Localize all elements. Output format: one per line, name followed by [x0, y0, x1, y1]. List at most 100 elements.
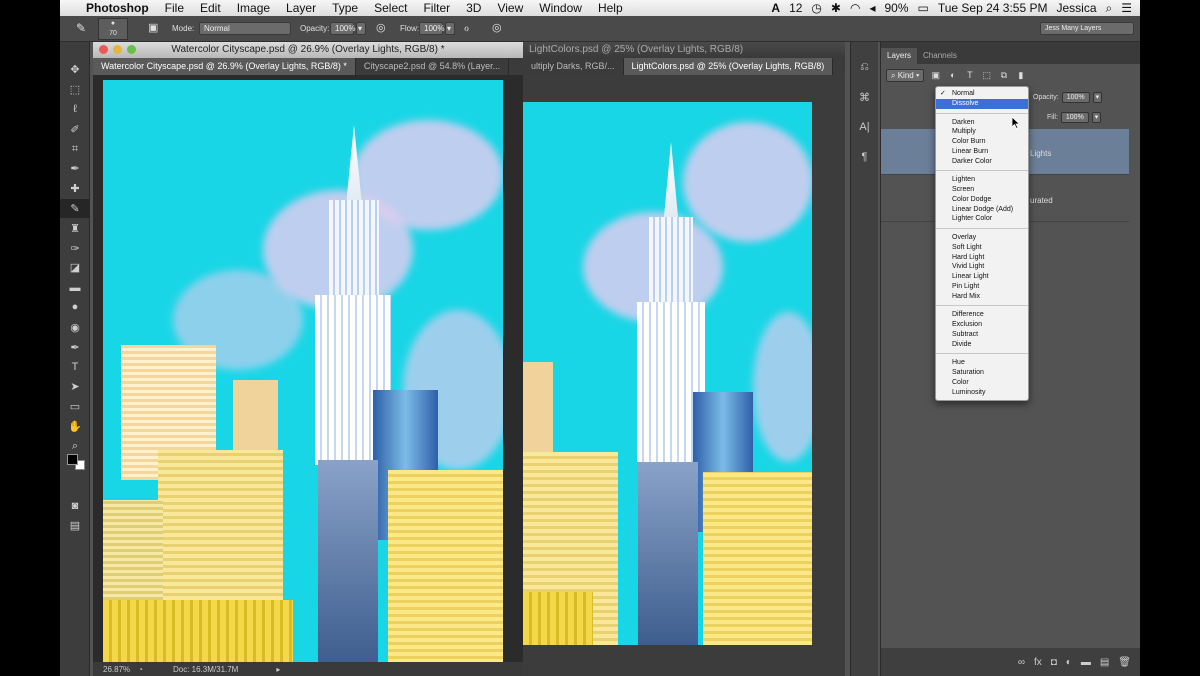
blend-normal[interactable]: ✓ Normal — [936, 89, 1028, 99]
status-arrow-icon[interactable]: ▸ — [276, 665, 280, 674]
blend-color-burn[interactable]: Color Burn — [936, 137, 1028, 147]
image-canvas[interactable] — [103, 80, 503, 663]
blend-lighten[interactable]: Lighten — [936, 175, 1028, 185]
opacity-field[interactable]: 100% — [330, 22, 355, 35]
quick-mask-icon[interactable]: ◙ — [60, 496, 90, 516]
battery-percent[interactable]: 90% — [884, 1, 908, 15]
flow-dropdown[interactable]: ▾ — [445, 22, 455, 35]
flow-field[interactable]: 100% — [419, 22, 444, 35]
brush-preset-picker[interactable]: ● 70 — [98, 18, 128, 40]
menu-layer[interactable]: Layer — [278, 0, 324, 16]
spotlight-icon[interactable]: ⌕ — [1106, 1, 1113, 16]
layer-style-icon[interactable]: fx — [1034, 657, 1042, 668]
adjustment-layer-icon[interactable]: ◐ — [1066, 657, 1072, 668]
character-panel-icon[interactable]: A| — [851, 112, 878, 142]
blend-soft-light[interactable]: Soft Light — [936, 243, 1028, 253]
blur-tool-icon[interactable]: ● — [60, 298, 90, 318]
menu-select[interactable]: Select — [366, 0, 415, 16]
status-menu-icon[interactable]: ◔ — [138, 665, 143, 674]
blend-hard-mix[interactable]: Hard Mix — [936, 292, 1028, 302]
foreground-color-swatch[interactable] — [67, 453, 78, 465]
zoom-window-button[interactable] — [127, 45, 136, 54]
blend-difference[interactable]: Difference — [936, 310, 1028, 320]
dodge-tool-icon[interactable]: ◉ — [60, 317, 90, 337]
blend-linear-light[interactable]: Linear Light — [936, 272, 1028, 282]
blend-pin-light[interactable]: Pin Light — [936, 282, 1028, 292]
wifi-icon[interactable]: ◠ — [850, 1, 860, 15]
menu-window[interactable]: Window — [531, 0, 590, 16]
quick-select-tool-icon[interactable]: ✐ — [60, 119, 90, 139]
bluetooth-icon[interactable]: ✱ — [831, 1, 841, 15]
filter-pixel-icon[interactable]: ▣ — [930, 70, 941, 81]
filter-type-icon[interactable]: T — [964, 70, 975, 81]
blend-color[interactable]: Color — [936, 378, 1028, 388]
blend-linear-burn[interactable]: Linear Burn — [936, 147, 1028, 157]
gradient-tool-icon[interactable]: ▬ — [60, 278, 90, 298]
image-canvas-2[interactable] — [523, 102, 812, 645]
move-tool-icon[interactable]: ✥ — [60, 60, 90, 80]
brush-tool-icon[interactable]: ✎ — [60, 198, 90, 219]
healing-brush-tool-icon[interactable]: ✚ — [60, 179, 90, 199]
delete-layer-icon[interactable]: 🗑 — [1118, 657, 1131, 668]
blend-overlay[interactable]: Overlay — [936, 233, 1028, 243]
marquee-tool-icon[interactable]: ⬚ — [60, 80, 90, 100]
history-panel-icon[interactable]: ⎌ — [851, 52, 878, 82]
adobe-icon[interactable]: A — [771, 1, 780, 15]
battery-icon[interactable]: ▭ — [918, 1, 929, 15]
blend-hard-light[interactable]: Hard Light — [936, 253, 1028, 263]
menu-app-name[interactable]: Photoshop — [82, 0, 157, 16]
workspace-select[interactable]: Jess Many Layers — [1040, 22, 1134, 35]
airbrush-icon[interactable]: ℴ — [464, 21, 469, 34]
mode-select[interactable]: Normal — [199, 22, 291, 35]
filter-kind-select[interactable]: ⌕ Kind ▾ — [886, 68, 925, 82]
blend-screen[interactable]: Screen — [936, 185, 1028, 195]
pressure-size-icon[interactable]: ◎ — [492, 21, 502, 34]
blend-luminosity[interactable]: Luminosity — [936, 388, 1028, 398]
tab-channels[interactable]: Channels — [917, 48, 963, 64]
blend-dissolve[interactable]: Dissolve — [936, 98, 1028, 109]
tab-cityscape2[interactable]: Cityscape2.psd @ 54.8% (Layer... — [356, 58, 510, 75]
menu-type[interactable]: Type — [324, 0, 366, 16]
shape-tool-icon[interactable]: ▭ — [60, 397, 90, 417]
layer-opacity-field[interactable]: 100% — [1061, 92, 1090, 103]
path-select-tool-icon[interactable]: ➤ — [60, 377, 90, 397]
zoom-level[interactable]: 26.87% — [103, 665, 130, 674]
blend-darker-color[interactable]: Darker Color — [936, 157, 1028, 167]
close-window-button[interactable] — [99, 45, 108, 54]
blend-subtract[interactable]: Subtract — [936, 330, 1028, 340]
new-group-icon[interactable]: ▬ — [1081, 657, 1091, 668]
menu-view[interactable]: View — [489, 0, 531, 16]
new-layer-icon[interactable]: ▤ — [1100, 657, 1109, 668]
filter-shape-icon[interactable]: ⬚ — [981, 70, 992, 81]
lasso-tool-icon[interactable]: ℓ — [60, 100, 90, 120]
brush-panel-icon[interactable]: ▣ — [148, 21, 158, 34]
link-layers-icon[interactable]: ∞ — [1018, 657, 1025, 668]
tab-multiply-darks[interactable]: ultiply Darks, RGB/... — [523, 58, 624, 75]
clock[interactable]: Tue Sep 24 3:55 PM — [938, 1, 1048, 15]
eyedropper-tool-icon[interactable]: ✒ — [60, 159, 90, 179]
blend-color-dodge[interactable]: Color Dodge — [936, 195, 1028, 205]
brush-tool-icon[interactable]: ✎ — [76, 21, 86, 35]
hand-tool-icon[interactable]: ✋ — [60, 416, 90, 436]
volume-icon[interactable]: ◂ — [869, 1, 875, 15]
layer-opacity-dropdown[interactable]: ▾ — [1092, 92, 1103, 103]
menu-edit[interactable]: Edit — [192, 0, 229, 16]
blend-lighter-color[interactable]: Lighter Color — [936, 214, 1028, 224]
blend-divide[interactable]: Divide — [936, 340, 1028, 350]
blend-vivid-light[interactable]: Vivid Light — [936, 262, 1028, 272]
screen-mode-icon[interactable]: ▤ — [60, 516, 90, 536]
filter-toggle-icon[interactable]: ▮ — [1015, 70, 1026, 81]
type-tool-icon[interactable]: T — [60, 357, 90, 377]
menu-image[interactable]: Image — [229, 0, 278, 16]
crop-tool-icon[interactable]: ⌗ — [60, 139, 90, 159]
blend-hue[interactable]: Hue — [936, 358, 1028, 368]
minimize-window-button[interactable] — [113, 45, 122, 54]
menu-file[interactable]: File — [157, 0, 192, 16]
tab-watercolor-cityscape[interactable]: Watercolor Cityscape.psd @ 26.9% (Overla… — [93, 58, 356, 75]
menu-help[interactable]: Help — [590, 0, 631, 16]
opacity-dropdown[interactable]: ▾ — [356, 22, 366, 35]
layer-fill-dropdown[interactable]: ▾ — [1091, 112, 1102, 123]
filter-adjustment-icon[interactable]: ◐ — [947, 70, 958, 81]
blend-exclusion[interactable]: Exclusion — [936, 320, 1028, 330]
filter-smart-object-icon[interactable]: ⧉ — [998, 70, 1009, 81]
